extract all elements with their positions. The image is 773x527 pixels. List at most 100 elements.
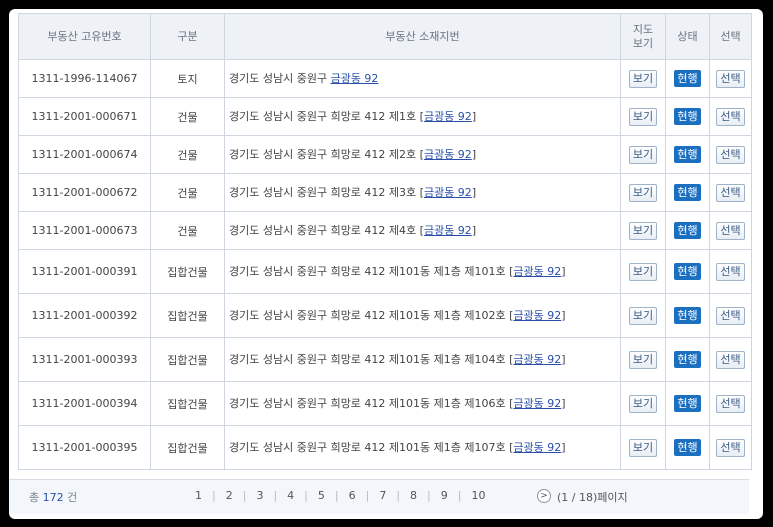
map-cell: 보기 (620, 211, 666, 250)
parcel-link[interactable]: 금광동 92 (424, 148, 472, 161)
select-button[interactable]: 선택 (716, 221, 745, 240)
address-text: 경기도 성남시 중원구 희망로 412 제1호 (229, 109, 420, 123)
select-button[interactable]: 선택 (716, 438, 745, 457)
page-link-10[interactable]: 10 (471, 489, 485, 502)
page-link-4[interactable]: 4 (287, 489, 294, 502)
parcel-link[interactable]: 금광동 92 (424, 224, 472, 237)
property-address: 경기도 성남시 중원구 희망로 412 제2호 [금광동 92] (224, 135, 621, 174)
select-cell: 선택 (709, 381, 752, 426)
select-button[interactable]: 선택 (716, 394, 745, 413)
page-link-2[interactable]: 2 (226, 489, 233, 502)
address-text: 경기도 성남시 중원구 희망로 412 제2호 (229, 147, 420, 161)
view-map-button[interactable]: 보기 (628, 69, 658, 88)
address-text: 경기도 성남시 중원구 희망로 412 제101동 제1층 제102호 (229, 308, 510, 322)
page-link-1[interactable]: 1 (195, 489, 202, 502)
select-cell: 선택 (709, 173, 752, 212)
status-badge: 현행 (674, 351, 701, 368)
view-map-button[interactable]: 보기 (628, 438, 658, 457)
page-link-7[interactable]: 7 (379, 489, 386, 502)
page-separator: | (212, 489, 216, 502)
map-cell: 보기 (620, 249, 666, 294)
property-address: 경기도 성남시 중원구 희망로 412 제3호 [금광동 92] (224, 173, 621, 212)
property-type: 집합건물 (150, 293, 225, 338)
property-type: 집합건물 (150, 425, 225, 470)
status-cell: 현행 (665, 211, 710, 250)
status-cell: 현행 (665, 381, 710, 426)
view-map-button[interactable]: 보기 (628, 394, 658, 413)
select-cell: 선택 (709, 211, 752, 250)
status-cell: 현행 (665, 293, 710, 338)
select-cell: 선택 (709, 59, 752, 98)
table-row: 1311-2001-000671 건물 경기도 성남시 중원구 희망로 412 제1… (18, 97, 752, 136)
header-map-view: 지도 보기 (620, 13, 666, 60)
address-text: 경기도 성남시 중원구 희망로 412 제101동 제1층 제104호 (229, 352, 510, 366)
page-link-8[interactable]: 8 (410, 489, 417, 502)
page-separator: | (334, 489, 339, 502)
parcel-link[interactable]: 금광동 92 (424, 110, 472, 123)
header-status: 상태 (665, 13, 710, 60)
page-numbers: 1 | 2 | 3 | 4 | 5 | 6 | 7 | 8 | 9 | 10 (195, 489, 485, 502)
select-button[interactable]: 선택 (716, 183, 745, 202)
view-map-button[interactable]: 보기 (628, 262, 658, 281)
select-button[interactable]: 선택 (716, 350, 745, 369)
view-map-button[interactable]: 보기 (628, 221, 658, 240)
page-link-5[interactable]: 5 (318, 489, 325, 502)
select-button[interactable]: 선택 (716, 107, 745, 126)
parcel-link[interactable]: 금광동 92 (424, 186, 472, 199)
status-badge: 현행 (674, 263, 701, 280)
view-map-button[interactable]: 보기 (628, 145, 658, 164)
table-row: 1311-2001-000674 건물 경기도 성남시 중원구 희망로 412 제2… (18, 135, 752, 174)
page-link-9[interactable]: 9 (441, 489, 448, 502)
page-link-6[interactable]: 6 (349, 489, 356, 502)
status-cell: 현행 (665, 337, 710, 382)
property-address: 경기도 성남시 중원구 희망로 412 제101동 제1층 제107호 [금광동… (224, 425, 621, 470)
select-cell: 선택 (709, 293, 752, 338)
parcel-link[interactable]: 금광동 92 (513, 353, 561, 366)
parcel-link[interactable]: 금광동 92 (513, 265, 561, 278)
property-type: 집합건물 (150, 381, 225, 426)
results-panel: 부동산 고유번호 구분 부동산 소재지번 지도 보기 상태 선택 1311-19… (9, 9, 763, 519)
status-badge: 현행 (674, 146, 701, 163)
bracket-close: ] (561, 352, 566, 366)
bracket-close: ] (561, 396, 566, 410)
next-page-button[interactable]: > (537, 489, 551, 503)
property-id: 1311-2001-000672 (18, 173, 151, 212)
bracket-close: ] (471, 223, 477, 237)
view-map-button[interactable]: 보기 (628, 107, 658, 126)
table-row: 1311-2001-000393 집합건물 경기도 성남시 중원구 희망로 412 … (18, 337, 752, 382)
view-map-button[interactable]: 보기 (628, 183, 658, 202)
page-link-3[interactable]: 3 (256, 489, 263, 502)
select-button[interactable]: 선택 (716, 145, 745, 164)
status-cell: 현행 (665, 97, 710, 136)
table-row: 1311-2001-000673 건물 경기도 성남시 중원구 희망로 412 제4… (18, 211, 752, 250)
view-map-button[interactable]: 보기 (628, 350, 658, 369)
header-type: 구분 (150, 13, 225, 60)
parcel-link[interactable]: 금광동 92 (331, 72, 379, 85)
property-id: 1311-2001-000393 (18, 337, 151, 382)
parcel-link[interactable]: 금광동 92 (513, 309, 561, 322)
address-text: 경기도 성남시 중원구 희망로 412 제4호 (229, 223, 420, 237)
parcel-link[interactable]: 금광동 92 (513, 397, 561, 410)
header-select: 선택 (709, 13, 752, 60)
select-button[interactable]: 선택 (716, 262, 745, 281)
status-cell: 현행 (665, 59, 710, 98)
page-info: (1 / 18)페이지 (557, 491, 628, 504)
property-id: 1311-2001-000671 (18, 97, 151, 136)
parcel-link[interactable]: 금광동 92 (513, 441, 561, 454)
select-button[interactable]: 선택 (716, 69, 745, 88)
table-row: 1311-1996-114067 토지 경기도 성남시 중원구 금광동 92 보기 현행… (18, 59, 752, 98)
table-row: 1311-2001-000672 건물 경기도 성남시 중원구 희망로 412 제3… (18, 173, 752, 212)
map-cell: 보기 (620, 381, 666, 426)
header-property-id: 부동산 고유번호 (18, 13, 151, 60)
status-badge: 현행 (674, 70, 701, 87)
property-id: 1311-2001-000674 (18, 135, 151, 174)
select-button[interactable]: 선택 (716, 306, 745, 325)
view-map-button[interactable]: 보기 (628, 306, 658, 325)
page-separator: | (304, 489, 308, 502)
map-cell: 보기 (620, 425, 666, 470)
property-type: 집합건물 (150, 249, 225, 294)
property-type: 토지 (150, 59, 225, 98)
total-count: 총 172 건 (29, 491, 78, 504)
status-badge: 현행 (674, 184, 701, 201)
select-cell: 선택 (709, 425, 752, 470)
